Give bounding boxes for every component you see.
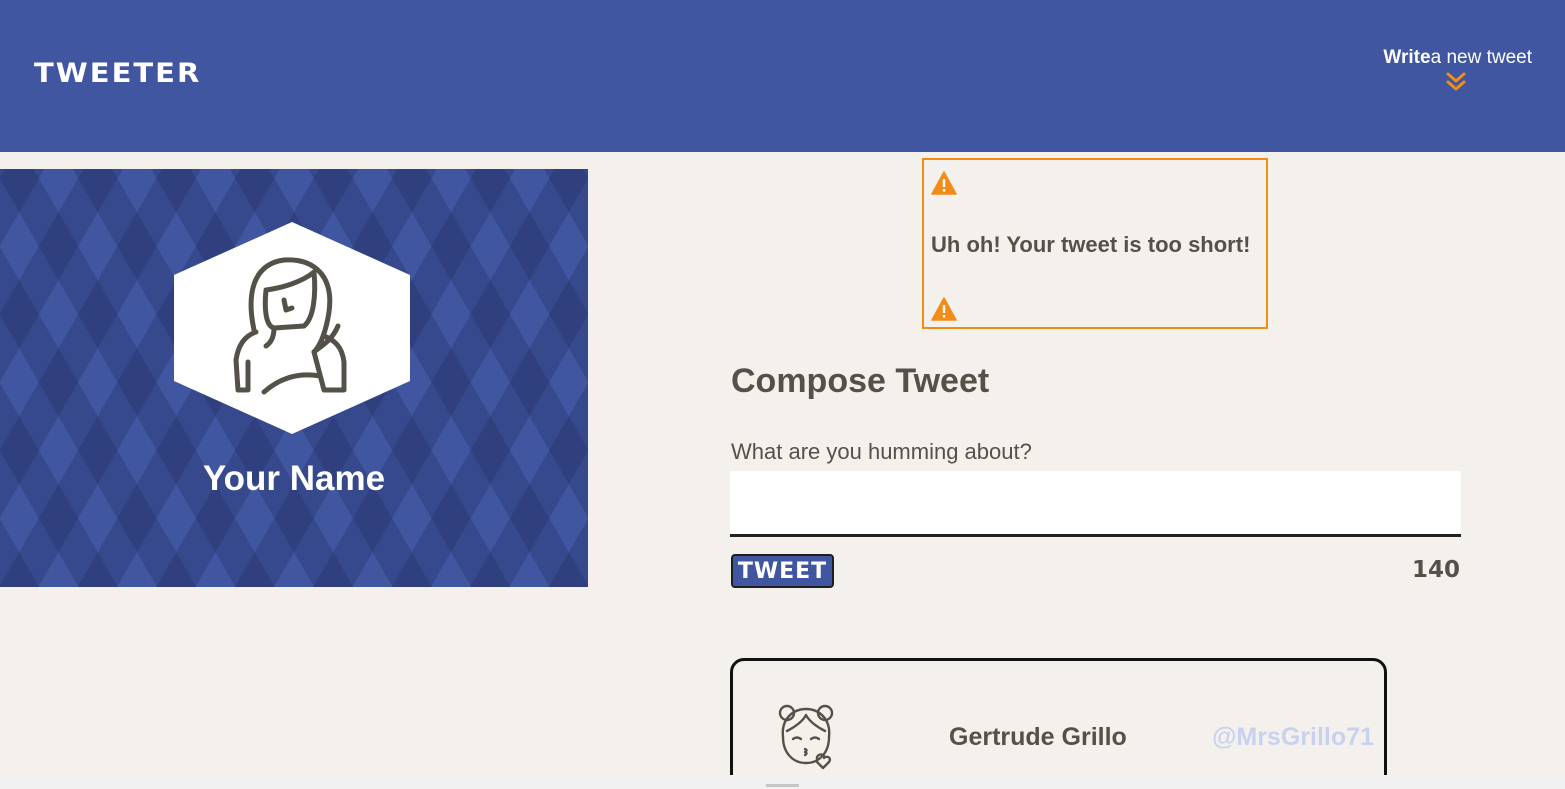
tweet-textarea[interactable] [730, 471, 1461, 537]
tweet-author-name: Gertrude Grillo [949, 723, 1127, 751]
write-new-tweet-toggle[interactable]: Writea new tweet [1383, 47, 1532, 92]
tweet-card: Gertrude Grillo @MrsGrillo71 [730, 658, 1387, 789]
tweet-author-handle[interactable]: @MrsGrillo71 [1212, 723, 1374, 752]
brand-logo[interactable]: TWEETER [34, 57, 201, 88]
error-text: Uh oh! Your tweet is too short! [931, 232, 1251, 257]
profile-banner: Your Name [0, 169, 588, 587]
write-toggle-rest: a new tweet [1430, 47, 1532, 68]
top-nav: TWEETER Writea new tweet [0, 0, 1565, 152]
compose-title: Compose Tweet [731, 362, 990, 400]
error-message-box: Uh oh! Your tweet is too short! [922, 158, 1268, 329]
profile-avatar [174, 222, 410, 434]
scroll-handle[interactable] [766, 784, 799, 787]
warning-icon [931, 171, 957, 195]
warning-icon [931, 297, 957, 321]
double-chevron-down-icon [1446, 72, 1466, 91]
profile-name: Your Name [202, 459, 386, 498]
kissing-girl-avatar-icon [778, 704, 834, 770]
tweet-button[interactable]: TWEET [731, 554, 834, 588]
character-counter: 140 [1411, 557, 1460, 583]
compose-label: What are you humming about? [731, 439, 1032, 464]
bottom-scroll-strip [0, 775, 1565, 789]
write-toggle-bold: Write [1383, 47, 1431, 68]
